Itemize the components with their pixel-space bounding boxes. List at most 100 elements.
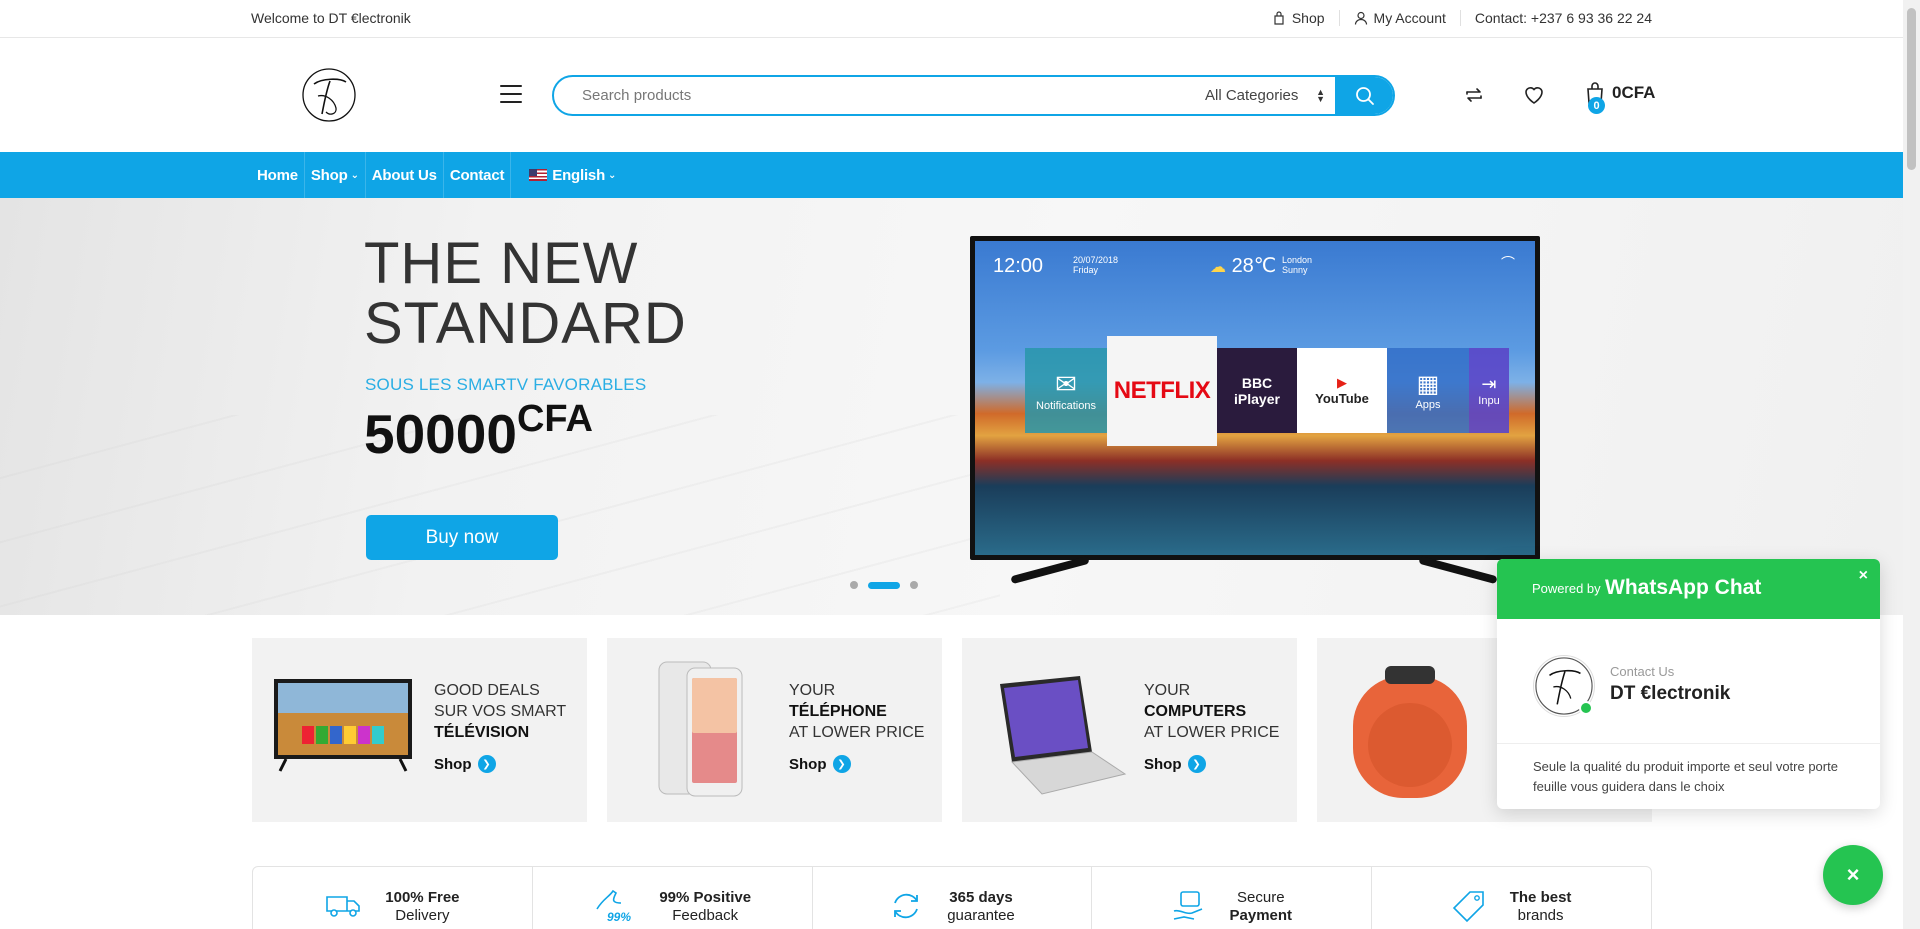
- page-scrollbar[interactable]: [1903, 0, 1920, 929]
- category-phone-shop-link[interactable]: Shop ❯: [789, 755, 851, 773]
- category-tv-line2: SUR VOS SMART: [434, 703, 567, 720]
- category-phone-line2: TÉLÉPHONE: [789, 703, 887, 720]
- bluetooth-speaker-image: [1353, 666, 1467, 798]
- menu-toggle-icon[interactable]: [500, 85, 522, 103]
- tv-tile-notifications: ✉ Notifications: [1025, 348, 1107, 433]
- contact-name: DT €lectronik: [1610, 683, 1731, 704]
- compare-icon[interactable]: [1462, 83, 1486, 107]
- tv-leg-right: [1418, 555, 1498, 585]
- feature-guarantee-text: 365 days guarantee: [947, 889, 1015, 925]
- slider-dots: [850, 581, 918, 589]
- whatsapp-message: Seule la qualité du produit importe et s…: [1533, 759, 1838, 794]
- features-bar: 100% Free Delivery 99% 99% Positive Feedba…: [252, 866, 1652, 929]
- us-flag-icon: [529, 169, 548, 181]
- category-tv-shop-label: Shop: [434, 755, 472, 773]
- feature-feedback-bottom: Feedback: [672, 907, 739, 924]
- nav-home[interactable]: Home: [251, 152, 305, 198]
- nav-shop[interactable]: Shop ⌄: [305, 152, 366, 198]
- feature-free-delivery-bottom: Delivery: [395, 907, 450, 924]
- tv-tile-input-label: Inpu: [1478, 395, 1500, 407]
- category-phone-text: YOUR TÉLÉPHONE AT LOWER PRICE: [789, 680, 924, 743]
- feature-best-brands-top: The best: [1509, 889, 1572, 906]
- chevron-down-icon: ⌄: [350, 169, 359, 181]
- category-tv-shop-link[interactable]: Shop ❯: [434, 755, 496, 773]
- arrow-right-circle-icon: ❯: [1187, 755, 1206, 773]
- site-logo[interactable]: [300, 66, 358, 124]
- cart-button[interactable]: 0 0CFA: [1584, 81, 1656, 114]
- whatsapp-popup-header: Powered by WhatsApp Chat ×: [1497, 559, 1880, 619]
- feature-feedback-text: 99% Positive Feedback: [659, 889, 751, 925]
- apps-grid-icon: ▦: [1416, 371, 1440, 398]
- top-links: Shop My Account Contact: +237 6 93 36 22…: [1258, 10, 1652, 26]
- category-tv-text: GOOD DEALS SUR VOS SMART TÉLÉVISION: [434, 680, 566, 743]
- tv-weather: Sunny: [1282, 265, 1308, 275]
- smart-tv-image: [274, 679, 412, 772]
- tv-city: London Sunny: [1282, 255, 1312, 275]
- mail-icon: ✉: [1055, 369, 1077, 399]
- nav-about-label: About Us: [371, 166, 437, 184]
- category-banner-tv[interactable]: GOOD DEALS SUR VOS SMART TÉLÉVISION Shop ❯: [252, 638, 587, 822]
- cart-count-badge: 0: [1588, 97, 1605, 114]
- whatsapp-toggle-button[interactable]: ×: [1823, 845, 1883, 905]
- tv-temp: ☁ 28℃: [1210, 253, 1276, 278]
- site-header: All Categories ▲▼ 0 0CFA: [0, 38, 1903, 152]
- hero-price: 50000CFA: [364, 398, 593, 466]
- nav-language-label: English: [552, 166, 606, 184]
- whatsapp-contact[interactable]: Contact Us DT €lectronik: [1497, 619, 1880, 744]
- slider-dot[interactable]: [850, 581, 858, 589]
- feature-secure-payment-text: Secure Payment: [1230, 889, 1293, 925]
- contact-phone-label: Contact: +237 6 93 36 22 24: [1474, 10, 1652, 26]
- my-account-link[interactable]: My Account: [1340, 10, 1461, 26]
- smartphone-image: [658, 661, 743, 797]
- nav-language[interactable]: English ⌄: [511, 152, 622, 198]
- arrow-right-circle-icon: ❯: [477, 755, 496, 773]
- whatsapp-chat-title: WhatsApp Chat: [1605, 576, 1762, 599]
- buy-now-button[interactable]: Buy now: [366, 515, 558, 560]
- tv-day: Friday: [1073, 265, 1099, 275]
- feature-secure-payment: Secure Payment: [1092, 867, 1373, 929]
- tv-tile-apps: ▦ Apps: [1387, 348, 1469, 433]
- category-phone-line1: YOUR: [789, 682, 836, 699]
- nav-contact[interactable]: Contact: [444, 152, 512, 198]
- nav-contact-label: Contact: [449, 166, 505, 184]
- laptop-image: [1000, 676, 1127, 795]
- top-shop-label: Shop: [1291, 10, 1325, 26]
- tv-tile-youtube: ▶ YouTube: [1297, 348, 1387, 433]
- hero-title-line2: STANDARD: [364, 291, 687, 356]
- category-computers-shop-link[interactable]: Shop ❯: [1144, 755, 1206, 773]
- nav-about[interactable]: About Us: [366, 152, 444, 198]
- cart-total: 0CFA: [1612, 83, 1656, 102]
- search-input[interactable]: [554, 87, 1185, 104]
- my-account-label: My Account: [1373, 10, 1446, 26]
- category-computers-line3: AT LOWER PRICE: [1144, 724, 1280, 741]
- tv-tile-netflix: NETFLIX: [1107, 335, 1217, 446]
- feature-feedback: 99% 99% Positive Feedback: [533, 867, 813, 929]
- search-button[interactable]: [1335, 77, 1393, 114]
- category-phone-line3: AT LOWER PRICE: [789, 724, 925, 741]
- arrow-right-circle-icon: ❯: [832, 755, 851, 773]
- category-select[interactable]: All Categories ▲ ▼: [1185, 77, 1335, 114]
- user-icon: [1354, 11, 1367, 25]
- category-banner-phone[interactable]: YOUR TÉLÉPHONE AT LOWER PRICE Shop ❯: [607, 638, 942, 822]
- feature-free-delivery-text: 100% Free Delivery: [385, 889, 459, 925]
- tv-date-value: 20/07/2018: [1073, 255, 1119, 265]
- tv-app-tiles: ✉ Notifications NETFLIX BBC iPlayer ▶ YouT…: [1025, 335, 1509, 446]
- select-arrows-icon: ▲ ▼: [1316, 86, 1325, 104]
- hero-title-line1: THE NEW: [364, 231, 639, 296]
- slider-dot-active[interactable]: [868, 581, 900, 589]
- top-shop-link[interactable]: Shop: [1258, 10, 1340, 26]
- category-banner-computers[interactable]: YOUR COMPUTERS AT LOWER PRICE Shop ❯: [962, 638, 1297, 822]
- tv-screen: 12:00 20/07/2018 Friday ☁ 28℃ London Sunny…: [975, 241, 1535, 555]
- slider-dot[interactable]: [910, 581, 918, 589]
- feature-guarantee-bottom: guarantee: [947, 907, 1015, 924]
- category-tv-line3: TÉLÉVISION: [434, 724, 530, 741]
- feature-secure-payment-bottom: Payment: [1229, 907, 1293, 924]
- category-computers-line1: YOUR: [1144, 682, 1191, 699]
- scrollbar-thumb[interactable]: [1907, 8, 1916, 170]
- category-computers-shop-label: Shop: [1144, 755, 1182, 773]
- online-status-icon: [1579, 701, 1593, 715]
- wishlist-heart-icon[interactable]: [1522, 83, 1546, 107]
- close-icon[interactable]: ×: [1859, 567, 1868, 585]
- tv-city-name: London: [1282, 255, 1313, 265]
- sun-cloud-icon: ☁: [1210, 259, 1226, 276]
